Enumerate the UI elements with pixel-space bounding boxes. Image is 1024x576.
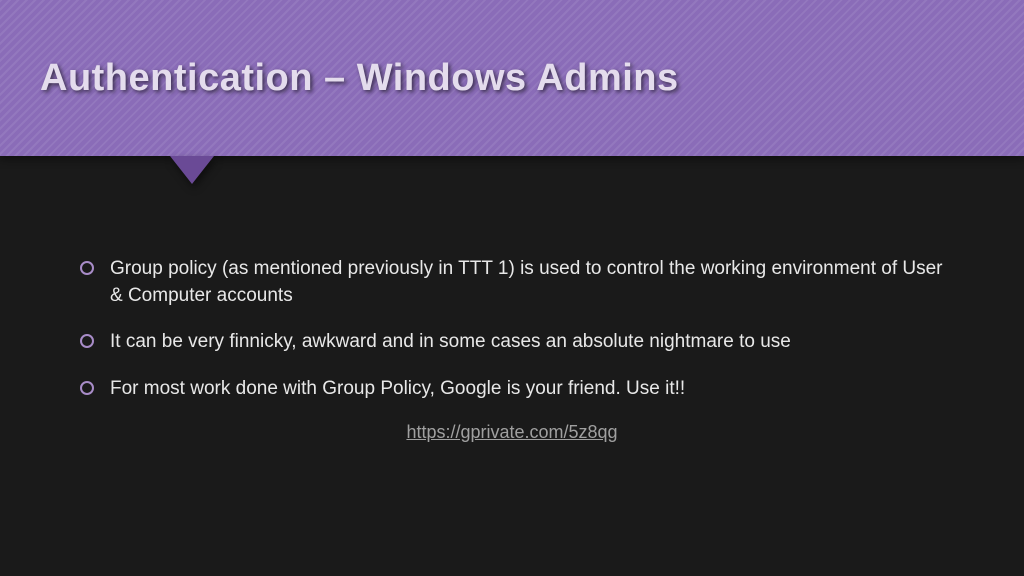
link-line: https://gprivate.com/5z8qg [80, 422, 944, 443]
list-item: Group policy (as mentioned previously in… [80, 256, 944, 309]
bullet-text: It can be very finnicky, awkward and in … [110, 329, 944, 356]
bullet-circle-icon [80, 261, 94, 275]
bullet-text: For most work done with Group Policy, Go… [110, 376, 944, 403]
list-item: For most work done with Group Policy, Go… [80, 376, 944, 403]
bullet-circle-icon [80, 334, 94, 348]
bullet-text: Group policy (as mentioned previously in… [110, 256, 944, 309]
slide-title: Authentication – Windows Admins [40, 57, 679, 100]
slide-content: Group policy (as mentioned previously in… [0, 156, 1024, 443]
bullet-list: Group policy (as mentioned previously in… [80, 256, 944, 402]
external-link[interactable]: https://gprivate.com/5z8qg [406, 422, 617, 442]
slide-header: Authentication – Windows Admins [0, 0, 1024, 156]
list-item: It can be very finnicky, awkward and in … [80, 329, 944, 356]
bullet-circle-icon [80, 381, 94, 395]
